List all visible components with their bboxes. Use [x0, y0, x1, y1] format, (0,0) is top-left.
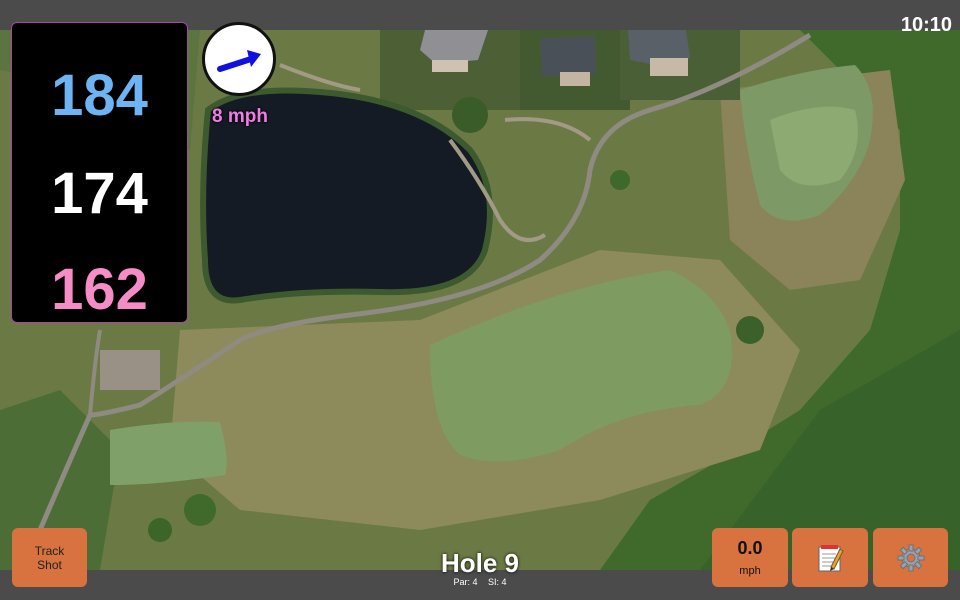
hole-meta: Par: 4 SI: 4	[380, 577, 580, 588]
settings-button[interactable]	[873, 528, 948, 587]
speed-unit: mph	[739, 565, 761, 577]
par-label: Par: 4	[453, 577, 478, 587]
status-clock: 10:10	[900, 14, 952, 36]
distance-panel: 184 174 162	[11, 22, 188, 323]
wind-direction-dial	[202, 22, 276, 96]
center-distance: 174	[51, 161, 148, 226]
notepad-icon	[818, 545, 844, 572]
back-distance: 184	[51, 63, 148, 128]
notes-button[interactable]	[792, 528, 868, 587]
stroke-index-label: SI: 4	[488, 577, 507, 587]
track-shot-label: Track Shot	[34, 543, 65, 572]
arrow-icon	[217, 50, 261, 72]
speed-button[interactable]: 0.0 mph	[712, 528, 788, 587]
gear-icon	[897, 544, 925, 572]
track-shot-button[interactable]: Track Shot	[12, 528, 87, 587]
wind-speed-label: 8 mph	[212, 106, 268, 127]
front-distance: 162	[51, 257, 148, 322]
hole-title: Hole 9	[440, 548, 520, 578]
speed-value: 0.0	[737, 538, 763, 558]
